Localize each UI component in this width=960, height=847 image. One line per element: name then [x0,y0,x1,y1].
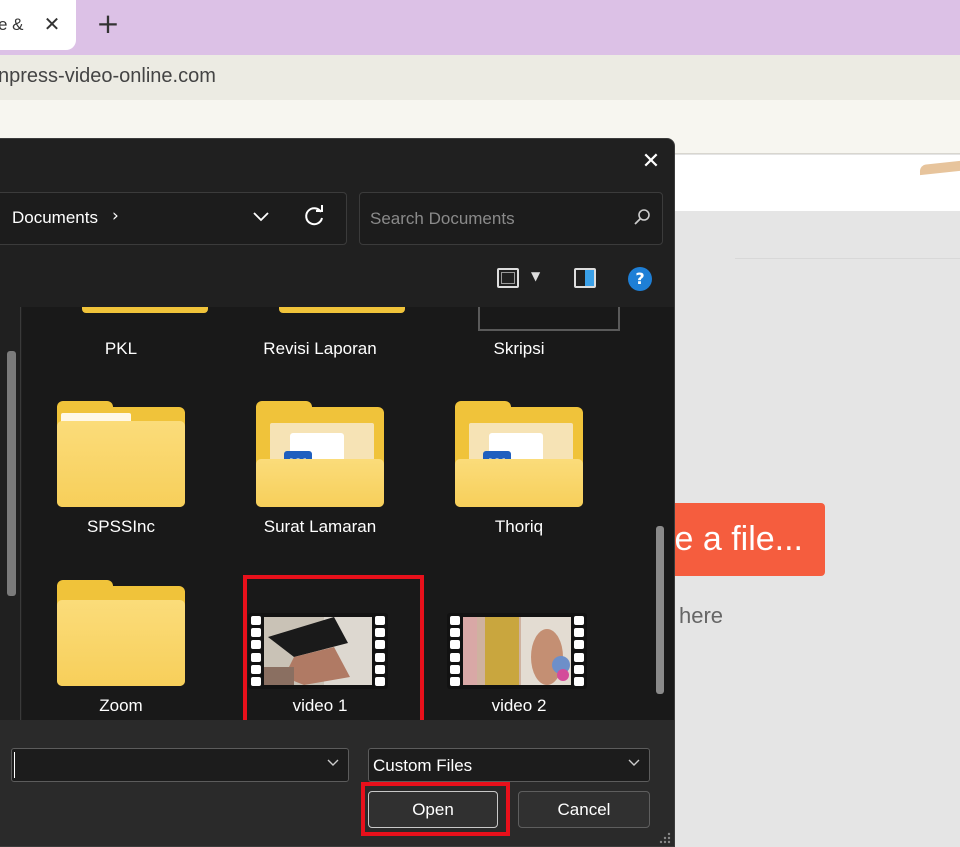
folder-icon [57,401,185,507]
video-thumbnail-icon [447,613,587,689]
list-item[interactable]: Skripsi [429,307,609,367]
search-box[interactable] [359,192,663,245]
breadcrumb[interactable]: Documents › [0,192,347,245]
item-label: Revisi Laporan [263,339,377,358]
item-label: SPSSInc [86,517,156,536]
highlight-box [361,782,510,836]
refresh-icon[interactable] [300,204,328,236]
search-icon[interactable] [632,207,652,227]
chevron-down-icon[interactable] [627,755,641,773]
close-icon[interactable]: ✕ [631,147,671,177]
filename-combobox[interactable] [11,748,349,782]
folder-word-icon: W [256,401,384,507]
address-bar[interactable]: npress-video-online.com [0,55,960,100]
search-input[interactable] [370,207,610,231]
breadcrumb-chevron-icon[interactable]: › [112,206,119,226]
list-item[interactable]: video 2 [429,567,609,720]
help-icon[interactable]: ? [628,267,652,291]
new-tab-button[interactable]: + [92,9,124,41]
chevron-down-icon[interactable] [326,755,340,773]
view-mode-icon[interactable] [497,268,519,288]
item-label: Surat Lamaran [263,517,377,536]
item-label: Skripsi [493,339,545,358]
item-label: video 2 [491,696,547,715]
item-label: Thoriq [494,517,544,536]
drop-hint-text: here [679,603,724,628]
folder-icon [57,580,185,686]
folder-word-icon: W [455,401,583,507]
browser-tab[interactable]: e & ✕ [0,0,76,50]
filename-input[interactable] [14,752,314,778]
url-text[interactable]: npress-video-online.com [0,65,216,88]
filetype-label: Custom Files [373,756,473,775]
page-divider [735,258,960,259]
breadcrumb-documents[interactable]: Documents [12,208,98,228]
item-label: Zoom [99,696,143,715]
chevron-down-icon[interactable] [248,206,274,231]
preview-pane-icon[interactable] [574,268,596,288]
caret-down-icon[interactable]: ▼ [531,269,540,283]
tab-close-icon[interactable]: ✕ [38,10,66,38]
highlight-box [243,575,424,727]
list-item[interactable]: Zoom [31,567,211,720]
list-item[interactable]: Revisi Laporan [230,307,410,367]
list-item[interactable]: SPSSInc [31,387,211,547]
dialog-footer: Custom Files Open Cancel [0,720,674,846]
cancel-button[interactable]: Cancel [518,791,650,828]
tab-strip: e & ✕ + [0,0,960,55]
header-decoration [920,160,960,176]
list-item[interactable]: PKL [31,307,211,367]
resize-grip-icon[interactable] [659,832,673,846]
nav-scrollbar[interactable] [7,351,16,596]
item-label: PKL [104,339,138,358]
list-item[interactable]: W Thoriq [429,387,609,547]
file-list-scrollbar[interactable] [656,526,664,694]
list-item[interactable]: W Surat Lamaran [230,387,410,547]
file-open-dialog: ✕ Documents › ▼ ? PKL Revisi Laporan [0,138,675,847]
tab-title: e & [0,15,24,34]
filetype-select[interactable]: Custom Files [368,748,650,782]
